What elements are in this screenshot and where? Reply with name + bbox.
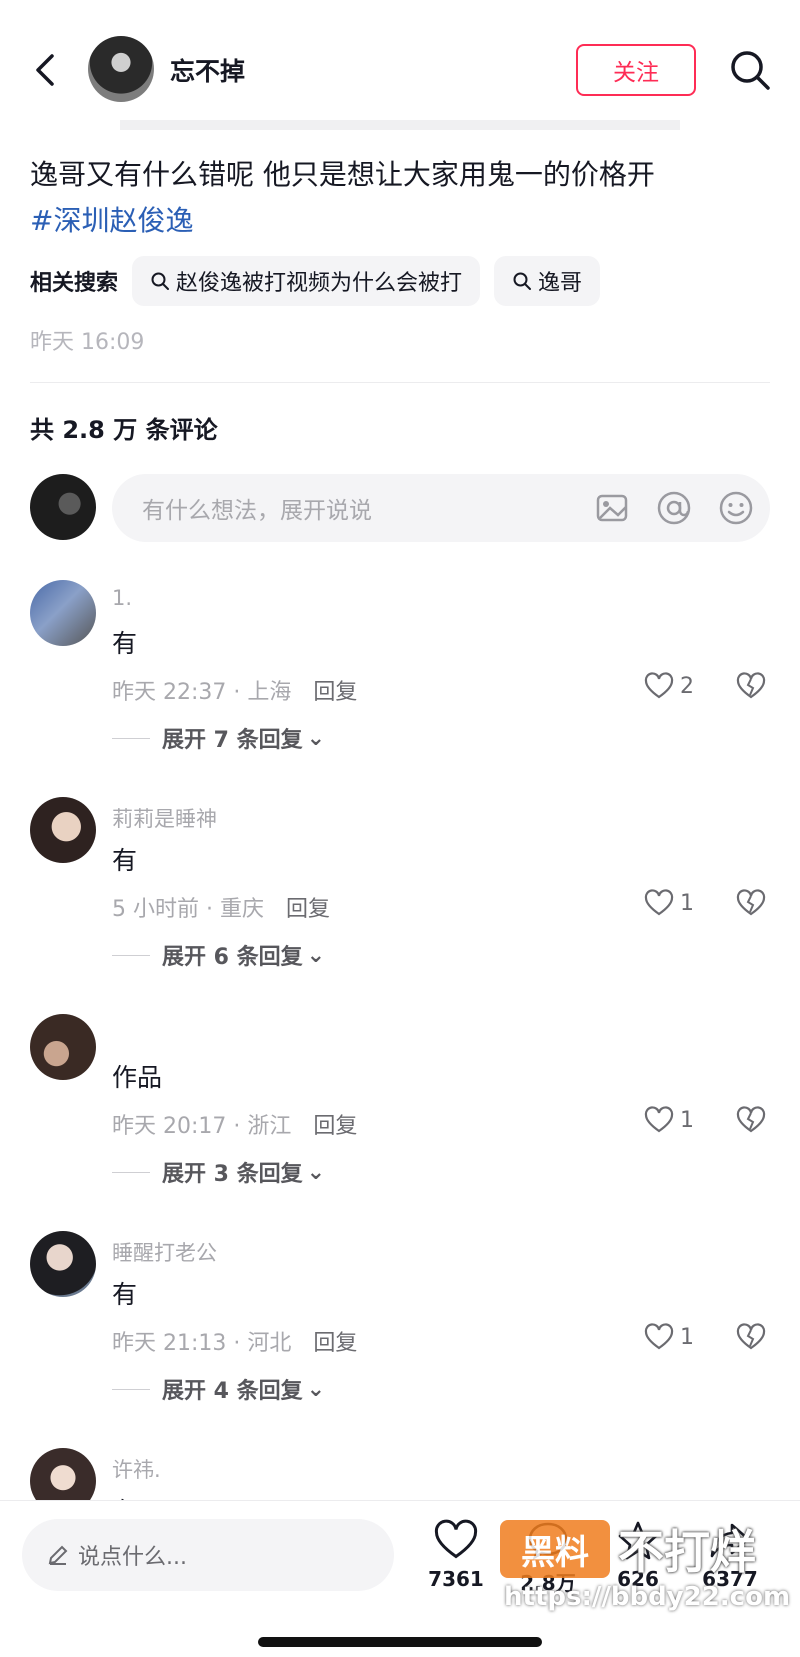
expand-label: 展开 7 条回复 — [162, 728, 303, 753]
comment-time-location: 昨天 22:37 · 上海 — [112, 680, 292, 705]
like-count: 1 — [680, 1324, 694, 1350]
comment-input[interactable]: 有什么想法，展开说说 — [112, 474, 770, 542]
commenter-avatar[interactable] — [30, 797, 96, 863]
comment-time-location: 5 小时前 · 重庆 — [112, 897, 264, 922]
comment-meta: 昨天 20:17 · 浙江 回复 — [112, 1108, 357, 1140]
commenter-name[interactable]: 许祎. — [112, 1454, 161, 1484]
commenter-avatar[interactable] — [30, 1231, 96, 1297]
top-bar: 忘不掉 关注 — [0, 0, 800, 120]
site-watermark: 黑料 不打烊 https://bbdy22.com — [500, 1512, 800, 1622]
author-name[interactable]: 忘不掉 — [170, 52, 245, 88]
commenter-avatar[interactable] — [30, 1448, 96, 1500]
commenter-name[interactable]: 睡醒打老公 — [112, 1237, 217, 1267]
heart-icon — [434, 1519, 478, 1559]
comments-count: 共 2.8 万 条评论 — [30, 416, 218, 444]
divider — [30, 382, 770, 383]
like-count: 1 — [680, 890, 694, 916]
image-icon[interactable] — [592, 488, 632, 528]
heart-icon — [644, 1106, 674, 1133]
chevron-down-icon: ⌄ — [306, 1376, 326, 1402]
comment-meta: 5 小时前 · 重庆 回复 — [112, 891, 330, 923]
pencil-icon — [48, 1545, 68, 1565]
watermark-badge: 黑料 — [500, 1520, 610, 1578]
reply-button[interactable]: 回复 — [286, 891, 330, 923]
broken-heart-icon — [736, 1106, 766, 1133]
comment-time-location: 昨天 20:17 · 浙江 — [112, 1114, 292, 1139]
comment-meta: 昨天 22:37 · 上海 回复 — [112, 674, 357, 706]
like-action[interactable]: 7361 — [416, 1519, 496, 1591]
expand-label: 展开 6 条回复 — [162, 945, 303, 970]
dislike-button[interactable] — [736, 1106, 766, 1138]
heart-icon — [644, 889, 674, 916]
comment-text: 有 — [112, 1492, 137, 1500]
broken-heart-icon — [736, 672, 766, 699]
back-button[interactable] — [28, 48, 64, 92]
mention-icon[interactable] — [654, 488, 694, 528]
expand-replies[interactable]: 展开 3 条回复 ⌄ — [112, 1156, 325, 1188]
like-count: 1 — [680, 1107, 694, 1133]
say-placeholder: 说点什么... — [78, 1545, 187, 1570]
reply-button[interactable]: 回复 — [313, 1108, 357, 1140]
reply-button[interactable]: 回复 — [313, 1325, 357, 1357]
emoji-icon[interactable] — [716, 488, 756, 528]
my-avatar — [30, 474, 96, 540]
related-search-text: 逸哥 — [538, 271, 583, 296]
author-avatar[interactable] — [88, 36, 154, 102]
expand-label: 展开 3 条回复 — [162, 1162, 303, 1187]
dislike-button[interactable] — [736, 1323, 766, 1355]
like-button[interactable]: 1 — [644, 1323, 694, 1351]
comment-text: 作品 — [112, 1063, 163, 1092]
comment-item: 许祎. 有 — [0, 1446, 800, 1500]
post-time: 昨天 16:09 — [30, 330, 145, 355]
heart-icon — [644, 1323, 674, 1350]
search-icon — [151, 272, 170, 290]
comment-text: 有 — [112, 846, 138, 875]
like-button[interactable]: 1 — [644, 889, 694, 917]
related-search-chip[interactable]: 赵俊逸被打视频为什么会被打 — [132, 256, 481, 306]
caption-text: 逸哥又有什么错呢 他只是想让大家用鬼一的价格开 — [30, 158, 655, 191]
search-icon — [513, 272, 532, 290]
watermark-text: 不打烊 — [618, 1525, 756, 1579]
follow-button[interactable]: 关注 — [576, 44, 696, 96]
comment-meta: 昨天 21:13 · 河北 回复 — [112, 1325, 357, 1357]
like-count: 2 — [680, 673, 694, 699]
dislike-button[interactable] — [736, 672, 766, 704]
watermark-url: https://bbdy22.com — [504, 1582, 791, 1612]
commenter-avatar[interactable] — [30, 1014, 96, 1080]
home-indicator[interactable] — [258, 1637, 542, 1647]
post-caption: 逸哥又有什么错呢 他只是想让大家用鬼一的价格开 #深圳赵俊逸 — [30, 152, 770, 244]
related-search-chip[interactable]: 逸哥 — [494, 256, 601, 306]
comment-time-location: 昨天 21:13 · 河北 — [112, 1331, 292, 1356]
commenter-name[interactable]: 莉莉是睡神 — [112, 803, 217, 833]
hashtag-link[interactable]: #深圳赵俊逸 — [30, 198, 770, 244]
search-icon — [731, 51, 770, 90]
like-button[interactable]: 1 — [644, 1106, 694, 1134]
like-total: 7361 — [428, 1567, 484, 1591]
related-label: 相关搜索 — [30, 271, 119, 296]
commenter-avatar[interactable] — [30, 580, 96, 646]
comment-text: 有 — [112, 1280, 138, 1309]
heart-icon — [644, 672, 674, 699]
comment-placeholder: 有什么想法，展开说说 — [142, 498, 372, 524]
broken-heart-icon — [736, 889, 766, 916]
comment-text: 有 — [112, 629, 138, 658]
chevron-down-icon: ⌄ — [306, 725, 326, 751]
chevron-down-icon: ⌄ — [306, 1159, 326, 1185]
reply-button[interactable]: 回复 — [313, 674, 357, 706]
broken-heart-icon — [736, 1323, 766, 1350]
related-search-text: 赵俊逸被打视频为什么会被打 — [176, 271, 463, 296]
like-button[interactable]: 2 — [644, 672, 694, 700]
related-searches: 相关搜索 赵俊逸被打视频为什么会被打 逸哥 — [30, 256, 614, 306]
say-something-input[interactable]: 说点什么... — [22, 1519, 394, 1591]
expand-replies[interactable]: 展开 4 条回复 ⌄ — [112, 1373, 325, 1405]
back-arrow-icon — [36, 54, 54, 86]
search-button[interactable] — [726, 46, 774, 94]
expand-label: 展开 4 条回复 — [162, 1379, 303, 1404]
dislike-button[interactable] — [736, 889, 766, 921]
expand-replies[interactable]: 展开 7 条回复 ⌄ — [112, 722, 325, 754]
media-edge — [120, 120, 680, 130]
commenter-name[interactable]: 1. — [112, 586, 132, 610]
chevron-down-icon: ⌄ — [306, 942, 326, 968]
expand-replies[interactable]: 展开 6 条回复 ⌄ — [112, 939, 325, 971]
